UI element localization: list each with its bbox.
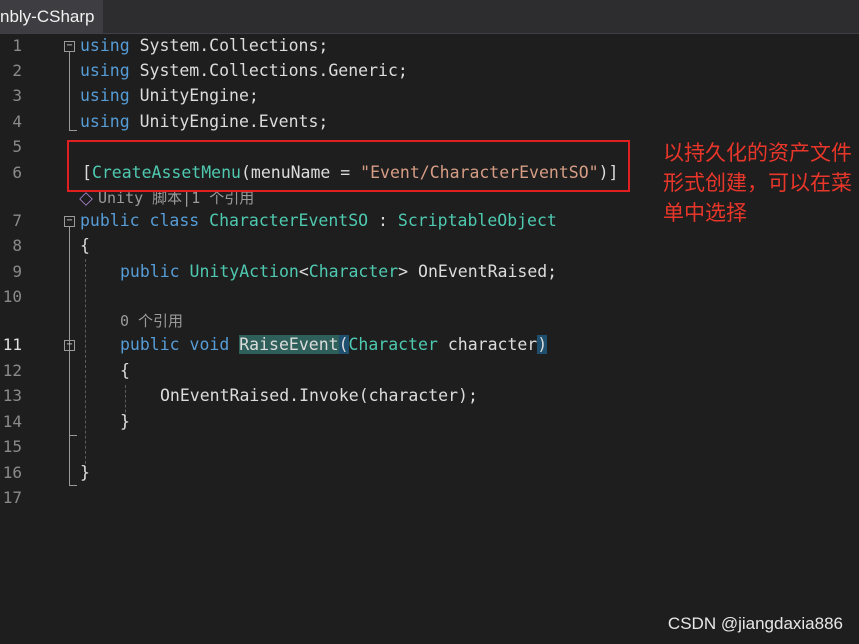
line-number: 4 xyxy=(12,112,22,131)
line-number: 6 xyxy=(12,163,22,182)
line-number: 1 xyxy=(12,36,22,55)
line-number: 7 xyxy=(12,211,22,230)
code-line-16[interactable]: } xyxy=(80,463,90,483)
method-call: Invoke xyxy=(299,386,359,405)
watermark: CSDN @jiangdaxia886 xyxy=(667,614,843,633)
line-number: 11 xyxy=(2,335,22,354)
keyword: using xyxy=(80,36,130,55)
bracket-match: ) xyxy=(537,335,548,354)
tab-bar: nbly-CSharp xyxy=(0,0,859,34)
code-line-8[interactable]: { xyxy=(80,236,90,256)
type-name: Character xyxy=(308,262,399,281)
class-name: CharacterEventSO xyxy=(209,211,369,230)
type-name: UnityAction xyxy=(189,262,299,281)
bracket: > xyxy=(398,262,409,281)
code-line-7[interactable]: public class CharacterEventSO : Scriptab… xyxy=(80,211,557,231)
collapse-icon[interactable]: − xyxy=(64,41,75,52)
namespace: UnityEngine; xyxy=(129,86,259,105)
arguments: (character); xyxy=(358,386,478,405)
keyword: using xyxy=(80,61,130,80)
code-line-1[interactable]: using System.Collections; xyxy=(80,36,328,56)
line-number: 9 xyxy=(12,262,22,281)
namespace: UnityEngine.Events; xyxy=(129,112,329,131)
separator: : xyxy=(368,211,398,230)
tab-assembly-csharp[interactable]: nbly-CSharp xyxy=(0,0,103,33)
outline-line xyxy=(69,130,77,131)
field-reference: OnEventRaised. xyxy=(160,386,300,405)
code-line-14[interactable]: } xyxy=(120,412,130,432)
keyword: class xyxy=(139,211,210,230)
keyword: using xyxy=(80,86,130,105)
line-number: 10 xyxy=(2,287,22,306)
line-number: 5 xyxy=(12,137,22,156)
keyword: void xyxy=(179,335,240,354)
line-number: 2 xyxy=(12,61,22,80)
line-number: 8 xyxy=(12,236,22,255)
collapse-icon[interactable]: − xyxy=(64,216,75,227)
indent-guide xyxy=(85,259,86,479)
outline-line xyxy=(69,435,77,436)
keyword: public xyxy=(80,211,140,230)
keyword: public xyxy=(120,335,180,354)
highlight-box xyxy=(67,140,630,192)
namespace: System.Collections; xyxy=(129,36,329,55)
code-line-2[interactable]: using System.Collections.Generic; xyxy=(80,61,408,81)
codelens-references[interactable]: 0 个引用 xyxy=(120,311,183,331)
outline-line xyxy=(69,52,70,130)
keyword: using xyxy=(80,112,130,131)
line-number: 16 xyxy=(2,463,22,482)
code-line-13[interactable]: OnEventRaised.Invoke(character); xyxy=(160,386,478,406)
outline-line xyxy=(69,485,77,486)
code-line-12[interactable]: { xyxy=(120,361,130,381)
code-line-4[interactable]: using UnityEngine.Events; xyxy=(80,112,328,132)
line-number: 13 xyxy=(2,386,22,405)
namespace: System.Collections.Generic; xyxy=(129,61,408,80)
unity-icon xyxy=(79,191,93,206)
bracket-match: ( xyxy=(338,335,349,354)
base-class: ScriptableObject xyxy=(397,211,557,230)
line-number: 12 xyxy=(2,361,22,380)
collapse-icon[interactable]: − xyxy=(64,340,75,351)
bracket: < xyxy=(298,262,309,281)
keyword: public xyxy=(120,262,190,281)
method-name-highlight: RaiseEvent xyxy=(239,335,339,354)
line-number: 3 xyxy=(12,86,22,105)
annotation-note: 以持久化的资产文件形式创建，可以在菜单中选择 xyxy=(663,141,852,225)
outline-line xyxy=(69,227,70,485)
line-number: 17 xyxy=(2,488,22,507)
line-number: 14 xyxy=(2,412,22,431)
code-editor[interactable]: 1 2 3 4 5 6 7 8 9 10 11 12 13 14 15 16 1… xyxy=(0,33,859,644)
parameter: character xyxy=(437,335,538,354)
code-line-11[interactable]: public void RaiseEvent(Character charact… xyxy=(120,335,548,355)
line-number: 15 xyxy=(2,437,22,456)
type-name: Character xyxy=(348,335,438,354)
code-line-3[interactable]: using UnityEngine; xyxy=(80,86,259,106)
field-name: OnEventRaised; xyxy=(408,262,558,281)
code-line-9[interactable]: public UnityAction<Character> OnEventRai… xyxy=(120,262,557,282)
